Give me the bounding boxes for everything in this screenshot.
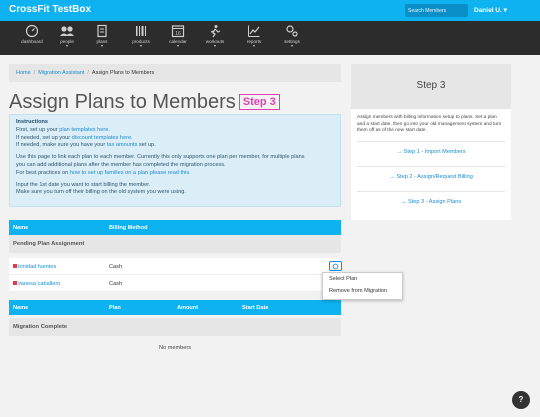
sidebar-description: Assign members with billing information …: [357, 115, 502, 134]
plans-icon: [97, 24, 107, 38]
chevron-down-icon: ▾: [100, 43, 103, 48]
member-name-link[interactable]: trinidad fuentes: [13, 264, 56, 270]
breadcrumb-home[interactable]: Home: [16, 70, 31, 76]
main-nav: dashboard people ▾ plans ▾ products ▾ 16…: [0, 21, 540, 55]
step-sidebar: Step 3 Assign members with billing infor…: [351, 64, 511, 220]
column-header-amount: Amount: [177, 305, 199, 311]
instruction-line: you can add additional plans after the m…: [16, 161, 226, 168]
table-row: trinidad fuentes Cash: [9, 258, 342, 275]
chevron-down-icon: ▾: [252, 43, 255, 48]
nav-settings[interactable]: settings ▾: [272, 24, 312, 54]
row-context-menu: Select Plan Remove from Migration: [322, 272, 403, 300]
step3-link[interactable]: → Step 3 - Assign Plans: [357, 190, 505, 216]
chevron-down-icon: ▾: [213, 43, 216, 48]
chevron-down-icon: ▾: [290, 43, 293, 48]
top-bar: CrossFit TestBox Search Members Daniel U…: [0, 0, 540, 21]
calendar-icon: 16: [171, 25, 185, 38]
instruction-line: Input the 1st date you want to start bil…: [16, 181, 151, 188]
column-header-start-date: Start Date: [242, 305, 269, 311]
empty-state: No members: [158, 345, 192, 351]
nav-label: dashboard: [21, 39, 43, 44]
instruction-line: First, set up your plan templates here.: [16, 126, 110, 133]
products-icon: [136, 26, 146, 36]
complete-section-title: Migration Complete: [9, 318, 341, 336]
settings-icon: [286, 25, 298, 37]
search-input[interactable]: Search Members: [405, 4, 468, 17]
families-link[interactable]: how to set up families on a plan please …: [70, 170, 191, 176]
billing-method: Cash: [109, 281, 123, 287]
nav-dashboard[interactable]: dashboard: [12, 24, 52, 54]
chevron-down-icon: ▾: [176, 43, 179, 48]
nav-calendar[interactable]: 16 calendar ▾: [158, 24, 198, 54]
tax-amounts-link[interactable]: tax amounts: [107, 142, 137, 148]
instruction-line: Use this page to link each plan to each …: [16, 154, 305, 161]
user-menu[interactable]: Daniel U. ▾: [474, 6, 507, 14]
column-header-billing: Billing Method: [109, 225, 148, 231]
complete-table-header: Name Plan Amount Start Date: [9, 300, 341, 315]
gear-icon: [332, 263, 339, 270]
breadcrumb-separator: /: [33, 70, 36, 76]
page-title-text: Assign Plans to Members: [9, 91, 236, 113]
discount-templates-link[interactable]: discount templates here.: [72, 135, 133, 141]
instructions-title: Instructions: [16, 119, 49, 125]
status-dot: [13, 264, 17, 268]
step-badge: Step 3: [238, 94, 280, 110]
workouts-icon: [210, 25, 221, 38]
nav-reports[interactable]: reports ▾: [234, 24, 274, 54]
reports-icon: [248, 25, 260, 37]
member-name-link[interactable]: vanesa caballero: [13, 281, 60, 287]
menu-item-select-plan[interactable]: Select Plan: [323, 273, 402, 285]
brand-logo[interactable]: CrossFit TestBox: [9, 4, 91, 15]
breadcrumb: Home / Migration Assistant / Assign Plans to…: [9, 64, 341, 82]
chevron-down-icon: ▾: [65, 43, 68, 48]
plan-templates-link[interactable]: plan templates here.: [59, 127, 110, 133]
menu-item-remove[interactable]: Remove from Migration: [323, 285, 402, 297]
instructions-panel: Instructions First, set up your plan tem…: [9, 114, 341, 207]
pending-table-header: Name Billing Method: [9, 220, 341, 235]
sidebar-title: Step 3: [351, 64, 511, 109]
pending-section-title: Pending Plan Assignment: [9, 235, 341, 253]
step1-link[interactable]: → Step 1 - Import Members: [357, 140, 505, 166]
help-button[interactable]: ?: [512, 391, 530, 409]
nav-products[interactable]: products ▾: [121, 24, 161, 54]
page-title: Assign Plans to Members Step 3: [9, 91, 280, 114]
breadcrumb-separator: /: [87, 70, 89, 76]
column-header-plan: Plan: [109, 305, 121, 311]
instruction-line: For best practices on how to set up fami…: [16, 169, 191, 176]
calendar-day: 16: [175, 31, 181, 37]
dashboard-icon: [25, 24, 39, 38]
nav-people[interactable]: people ▾: [47, 24, 87, 54]
nav-plans[interactable]: plans ▾: [82, 24, 122, 54]
column-header-name: Name: [13, 225, 29, 231]
breadcrumb-current: Assign Plans to Members: [91, 70, 155, 76]
instruction-line: Make sure you turn off their billing on …: [16, 189, 186, 196]
instruction-line: If needed, set up your discount template…: [16, 134, 133, 141]
table-row: vanesa caballero Cash: [9, 275, 341, 292]
status-dot: [13, 281, 17, 285]
breadcrumb-migration[interactable]: Migration Assistant: [38, 70, 84, 76]
people-icon: [60, 26, 74, 36]
column-header-name: Name: [13, 305, 29, 311]
chevron-down-icon: ▾: [139, 43, 142, 48]
nav-workouts[interactable]: workouts ▾: [195, 24, 235, 54]
row-actions-button[interactable]: [329, 261, 342, 271]
instruction-line: If needed, make sure you have your tax a…: [16, 142, 156, 149]
billing-method: Cash: [109, 264, 123, 270]
step2-link[interactable]: → Step 2 - Assign/Request Billing: [357, 165, 505, 191]
